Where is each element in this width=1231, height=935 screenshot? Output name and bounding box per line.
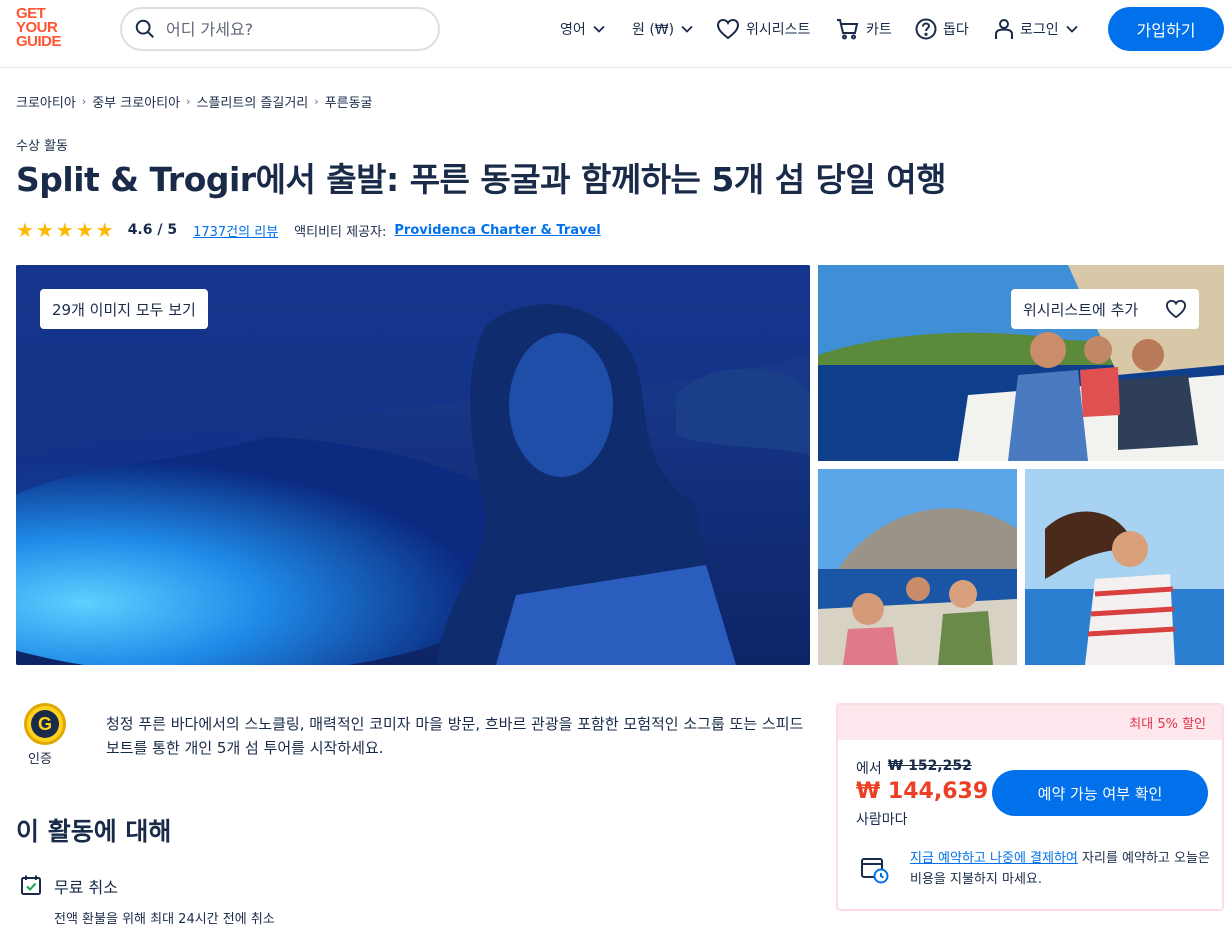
language-selector[interactable]: 영어 bbox=[560, 17, 606, 41]
activity-category: 수상 활동 bbox=[16, 139, 68, 154]
rating-score: 4.6 / 5 bbox=[127, 222, 178, 238]
calendar-clock-icon bbox=[861, 858, 889, 884]
check-availability-button[interactable]: 예약 가능 여부 확인 bbox=[992, 770, 1208, 816]
cart-icon bbox=[837, 19, 859, 40]
breadcrumb-item[interactable]: 중부 크로아티아 bbox=[92, 92, 180, 111]
chevron-down-icon bbox=[681, 25, 693, 33]
heart-icon bbox=[716, 18, 740, 40]
heart-icon bbox=[1165, 299, 1187, 319]
page-title: Split & Trogir에서 출발: 푸른 동굴과 함께하는 5개 섬 당일… bbox=[16, 160, 947, 199]
activity-description: 청정 푸른 바다에서의 스노클링, 매력적인 코미자 마을 방문, 흐바르 관광… bbox=[106, 715, 804, 757]
chevron-right-icon: › bbox=[81, 95, 87, 108]
help-link[interactable]: 돕다 bbox=[915, 17, 969, 41]
see-all-images-button[interactable]: 29개 이미지 모두 보기 bbox=[40, 289, 208, 329]
certified-label: 인증 bbox=[28, 752, 52, 767]
booking-card: 최대 5% 할인 에서 ₩ 152,252 ₩ 144,639 사람마다 예약 … bbox=[836, 703, 1224, 911]
currency-selector[interactable]: 원 (₩) bbox=[632, 17, 694, 41]
chevron-right-icon: › bbox=[314, 95, 319, 108]
top-header: GET YOUR GUIDE 영어 원 (₩) 위시리스트 카트 돕다 로그인 … bbox=[0, 0, 1231, 68]
chevron-right-icon: › bbox=[186, 95, 191, 108]
free-cancellation-title: 무료 취소 bbox=[54, 878, 118, 897]
current-price: ₩ 144,639 bbox=[856, 779, 989, 804]
cart-link[interactable]: 카트 bbox=[836, 17, 892, 41]
original-price: ₩ 152,252 bbox=[887, 758, 972, 774]
add-to-wishlist-button[interactable]: 위시리스트에 추가 bbox=[1011, 289, 1199, 329]
discount-banner: 최대 5% 할인 bbox=[838, 705, 1222, 740]
search-box[interactable] bbox=[120, 7, 440, 51]
calendar-check-icon bbox=[21, 875, 41, 895]
breadcrumb-item[interactable]: 푸른동굴 bbox=[325, 92, 373, 111]
reserve-now-link[interactable]: 지금 예약하고 나중에 결제하여 bbox=[910, 851, 1078, 866]
reserve-now-pay-later: 지금 예약하고 나중에 결제하여 자리를 예약하고 오늘은 비용을 지불하지 마… bbox=[910, 851, 1210, 887]
price-unit: 사람마다 bbox=[856, 812, 908, 828]
about-section-title: 이 활동에 대해 bbox=[16, 817, 172, 846]
star-rating: ★ ★ ★ ★ ★ bbox=[16, 220, 114, 240]
star-icon: ★ bbox=[75, 218, 94, 242]
star-icon: ★ bbox=[95, 218, 114, 242]
help-icon bbox=[915, 18, 937, 40]
gallery-image[interactable] bbox=[1025, 469, 1224, 665]
certified-badge-icon: G bbox=[24, 703, 66, 745]
rating-row: ★ ★ ★ ★ ★ 4.6 / 5 1737건의 리뷰 액티비티 제공자: Pr… bbox=[16, 218, 601, 242]
provider-label: 액티비티 제공자: bbox=[294, 224, 387, 240]
breadcrumb-item[interactable]: 스플리트의 즐길거리 bbox=[196, 92, 308, 111]
getyourguide-logo[interactable]: GET YOUR GUIDE bbox=[16, 6, 74, 49]
star-icon: ★ bbox=[35, 218, 54, 242]
search-input[interactable] bbox=[166, 19, 426, 39]
signup-button[interactable]: 가입하기 bbox=[1108, 7, 1224, 51]
breadcrumb: 크로아티아 › 중부 크로아티아 › 스플리트의 즐길거리 › 푸른동굴 bbox=[16, 92, 373, 111]
chevron-down-icon bbox=[593, 25, 605, 33]
breadcrumb-item[interactable]: 크로아티아 bbox=[16, 92, 76, 111]
chevron-down-icon bbox=[1066, 25, 1078, 33]
login-menu[interactable]: 로그인 bbox=[994, 17, 1079, 41]
reviews-link[interactable]: 1737건의 리뷰 bbox=[193, 221, 278, 240]
star-icon: ★ bbox=[55, 218, 74, 242]
user-icon bbox=[995, 19, 1013, 39]
price-from: 에서 ₩ 152,252 bbox=[856, 758, 972, 777]
wishlist-link[interactable]: 위시리스트 bbox=[716, 17, 810, 41]
star-icon: ★ bbox=[16, 218, 34, 242]
search-icon bbox=[135, 19, 154, 38]
gallery-image[interactable] bbox=[818, 469, 1017, 665]
free-cancellation-desc: 전액 환불을 위해 최대 24시간 전에 취소 bbox=[54, 912, 275, 927]
provider-link[interactable]: Providenca Charter & Travel bbox=[394, 223, 600, 238]
